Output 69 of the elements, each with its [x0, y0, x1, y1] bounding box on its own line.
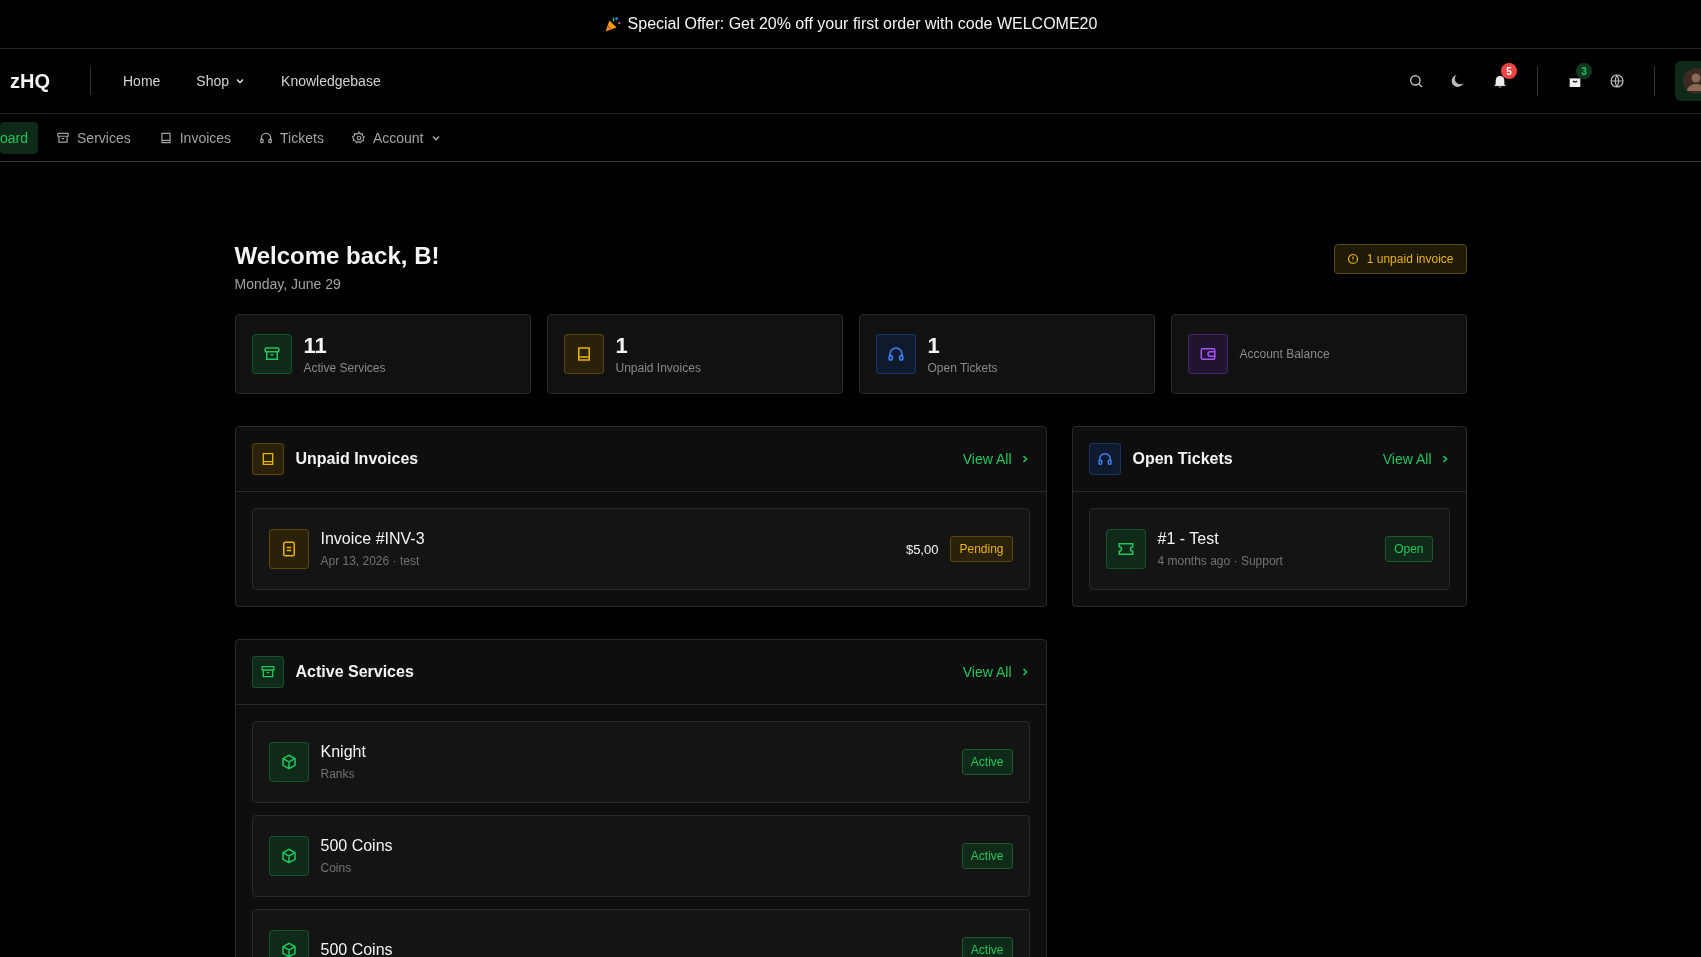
- panel-title: Unpaid Invoices: [295, 450, 420, 468]
- brand-logo[interactable]: zHQ: [10, 69, 50, 93]
- archive-icon: [259, 664, 276, 680]
- list-item[interactable]: #1 - Test 4 months ago · Support Open: [1088, 508, 1450, 590]
- item-subtitle: 4 months ago · Support: [1157, 554, 1284, 568]
- view-all-link[interactable]: View All: [962, 664, 1030, 680]
- stat-label: Account Balance: [1239, 347, 1330, 361]
- globe-icon: [1609, 73, 1625, 89]
- nav-tab[interactable]: oard: [0, 121, 39, 154]
- moon-icon: [1450, 73, 1466, 89]
- notification-count-badge: 5: [1501, 63, 1517, 79]
- archive-icon: [262, 345, 281, 363]
- settings-icon: [351, 130, 366, 145]
- stat-value: 11: [303, 333, 328, 359]
- nav-tab[interactable]: Tickets: [249, 121, 334, 154]
- date-text: Monday, June 29: [234, 276, 342, 292]
- warning-icon: [1346, 253, 1359, 265]
- search-icon: [1408, 73, 1424, 89]
- status-badge: Active: [961, 843, 1013, 869]
- list-item[interactable]: Knight Ranks Active: [251, 721, 1030, 803]
- cube-icon: [279, 847, 298, 865]
- nav-tab[interactable]: Invoices: [148, 121, 242, 154]
- archive-icon: [56, 130, 71, 145]
- view-all-link[interactable]: View All: [962, 451, 1030, 467]
- cube-icon: [279, 941, 298, 957]
- headset-icon: [886, 345, 905, 363]
- stat-label: Unpaid Invoices: [615, 361, 701, 375]
- stat-value: 1: [615, 333, 629, 359]
- item-title: 500 Coins: [320, 941, 394, 957]
- status-badge: Active: [961, 937, 1013, 957]
- wallet-icon: [1198, 345, 1217, 363]
- item-subtitle: Coins: [320, 861, 353, 875]
- status-badge: Active: [961, 749, 1013, 775]
- list-item[interactable]: 500 Coins Active: [251, 909, 1030, 957]
- cube-icon: [279, 753, 298, 771]
- item-title: #1 - Test: [1157, 530, 1220, 548]
- nav-tab[interactable]: Account: [341, 121, 451, 154]
- headset-icon: [1096, 451, 1113, 467]
- welcome-heading: Welcome back, B!: [234, 242, 440, 270]
- stat-label: Active Services: [303, 361, 386, 375]
- item-title: Knight: [320, 743, 367, 761]
- panel-title: Active Services: [295, 663, 415, 681]
- nav-link[interactable]: Knowledgebase: [281, 73, 381, 89]
- panel-title: Open Tickets: [1132, 450, 1234, 468]
- headset-icon: [259, 130, 274, 145]
- shopping-bag-icon: [1567, 73, 1583, 89]
- party-popper-icon: [603, 15, 622, 33]
- status-badge: Open: [1385, 536, 1433, 562]
- list-item[interactable]: Invoice #INV-3 Apr 13, 2026 · test $5,00 Pending: [251, 508, 1030, 590]
- nav-tab[interactable]: Services: [46, 121, 141, 154]
- cart-count-badge: 3: [1576, 63, 1592, 79]
- item-title: 500 Coins: [320, 837, 394, 855]
- item-amount: $5,00: [905, 541, 939, 557]
- unpaid-alert-link[interactable]: 1 unpaid invoice: [1333, 244, 1467, 274]
- promo-text: Special Offer: Get 20% off your first order with code WELCOME20: [627, 15, 1098, 33]
- cart-button[interactable]: 3: [1556, 61, 1594, 101]
- bell-icon: [1492, 73, 1508, 89]
- notifications-button[interactable]: 5: [1481, 61, 1519, 101]
- nav-link[interactable]: Shop: [196, 73, 246, 89]
- item-subtitle: Apr 13, 2026 · test: [320, 554, 421, 568]
- nav-link[interactable]: Home: [123, 73, 161, 89]
- ticket-icon: [1116, 540, 1135, 558]
- stat-value: 1: [927, 333, 941, 359]
- item-subtitle: Ranks: [320, 767, 356, 781]
- view-all-link[interactable]: View All: [1382, 451, 1450, 467]
- status-badge: Pending: [950, 536, 1013, 562]
- item-title: Invoice #INV-3: [320, 530, 426, 548]
- list-item[interactable]: 500 Coins Coins Active: [251, 815, 1030, 897]
- stat-label: Open Tickets: [927, 361, 998, 375]
